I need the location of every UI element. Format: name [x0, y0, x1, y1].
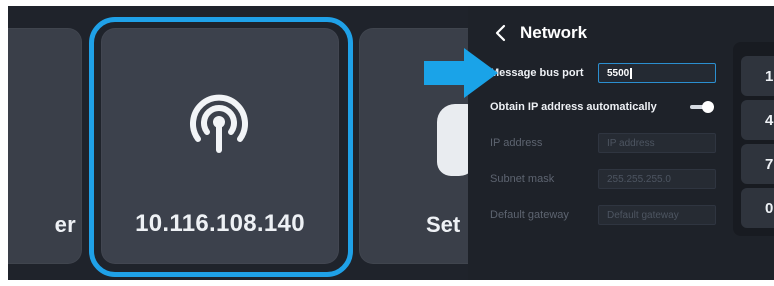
key-0[interactable]: 0	[741, 188, 774, 228]
subnet-mask-row: Subnet mask 255.255.255.0	[490, 168, 716, 190]
wifi-broadcast-icon	[190, 94, 248, 153]
message-bus-port-row: Message bus port 5500	[490, 62, 716, 84]
ip-address-placeholder: IP address	[607, 137, 655, 149]
screenshot-frame: er 10.116.108.140 Set Network Message bu…	[0, 0, 774, 286]
message-bus-port-label: Message bus port	[490, 67, 584, 79]
default-gateway-placeholder: Default gateway	[607, 209, 679, 221]
arrow-right-icon	[424, 48, 498, 98]
key-7[interactable]: 7	[741, 144, 774, 184]
toggle-knob	[702, 101, 714, 113]
network-panel: Network Message bus port 5500 Obtain IP …	[468, 6, 774, 280]
message-bus-port-input[interactable]: 5500	[598, 63, 716, 83]
subnet-mask-label: Subnet mask	[490, 173, 555, 185]
page-title: Network	[520, 23, 588, 42]
obtain-ip-label: Obtain IP address automatically	[490, 101, 657, 113]
numeric-keypad: 1 4 7 0	[733, 42, 774, 236]
chevron-left-icon[interactable]	[494, 23, 508, 43]
tile-left[interactable]: er	[8, 28, 82, 264]
obtain-ip-toggle[interactable]	[690, 101, 714, 113]
tile-network-ip[interactable]: 10.116.108.140	[101, 28, 339, 264]
device-screen: er 10.116.108.140 Set Network Message bu…	[8, 6, 774, 280]
default-gateway-input[interactable]: Default gateway	[598, 205, 716, 225]
subnet-mask-placeholder: 255.255.255.0	[607, 173, 671, 185]
message-bus-port-value: 5500	[607, 67, 630, 79]
key-4[interactable]: 4	[741, 100, 774, 140]
ip-address-input[interactable]: IP address	[598, 133, 716, 153]
default-gateway-row: Default gateway Default gateway	[490, 204, 716, 226]
subnet-mask-input[interactable]: 255.255.255.0	[598, 169, 716, 189]
key-1[interactable]: 1	[741, 56, 774, 96]
obtain-ip-row: Obtain IP address automatically	[490, 96, 730, 118]
ip-address-label: 10.116.108.140	[135, 210, 305, 237]
tile-left-label: er	[54, 212, 76, 237]
ip-address-field-label: IP address	[490, 137, 543, 149]
tile-settings-label: Set	[426, 212, 461, 237]
ip-address-row: IP address IP address	[490, 132, 716, 154]
text-caret	[630, 67, 632, 79]
panel-header: Network	[494, 22, 587, 44]
default-gateway-label: Default gateway	[490, 209, 569, 221]
